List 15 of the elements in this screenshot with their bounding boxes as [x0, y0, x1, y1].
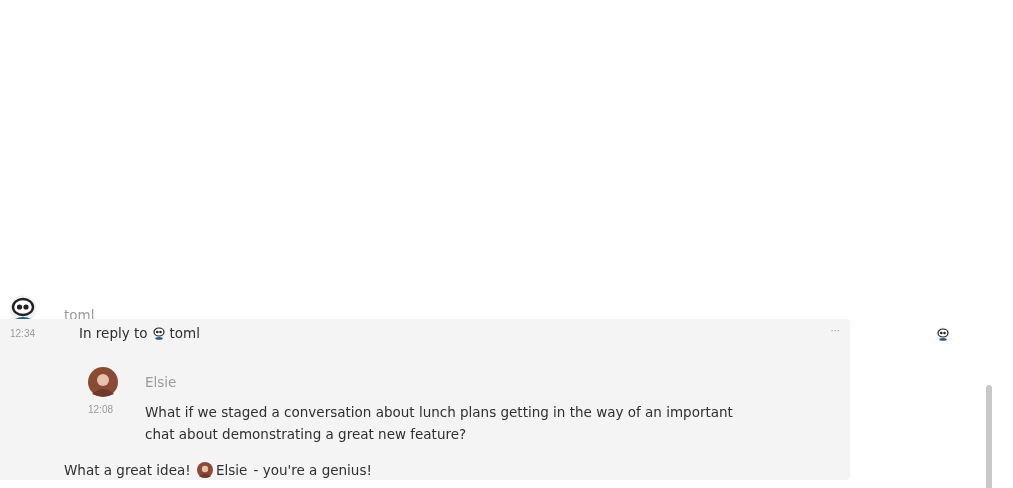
reply-target[interactable]: toml — [169, 325, 200, 341]
message-text: - you're a genius! — [252, 462, 372, 478]
message-time: 12:34 — [10, 327, 36, 339]
message-text: What a great idea! — [64, 462, 192, 478]
sender-name[interactable]: Elsie — [145, 374, 177, 390]
user-avatar — [151, 326, 166, 340]
message-time: 12:08 — [88, 403, 114, 415]
message-text: What if we staged a conversation about lunch plans getting in the way of an important chat about demonstrating a great new feature? — [145, 403, 734, 444]
user-mention[interactable]: Elsie — [215, 462, 248, 478]
mention-avatar — [196, 462, 213, 478]
scrollbar[interactable] — [986, 385, 992, 488]
reply-label: In reply to — [79, 325, 148, 341]
user-avatar — [88, 367, 118, 397]
more-options-button[interactable]: ··· — [830, 325, 840, 336]
read-receipt-avatar — [936, 327, 950, 341]
